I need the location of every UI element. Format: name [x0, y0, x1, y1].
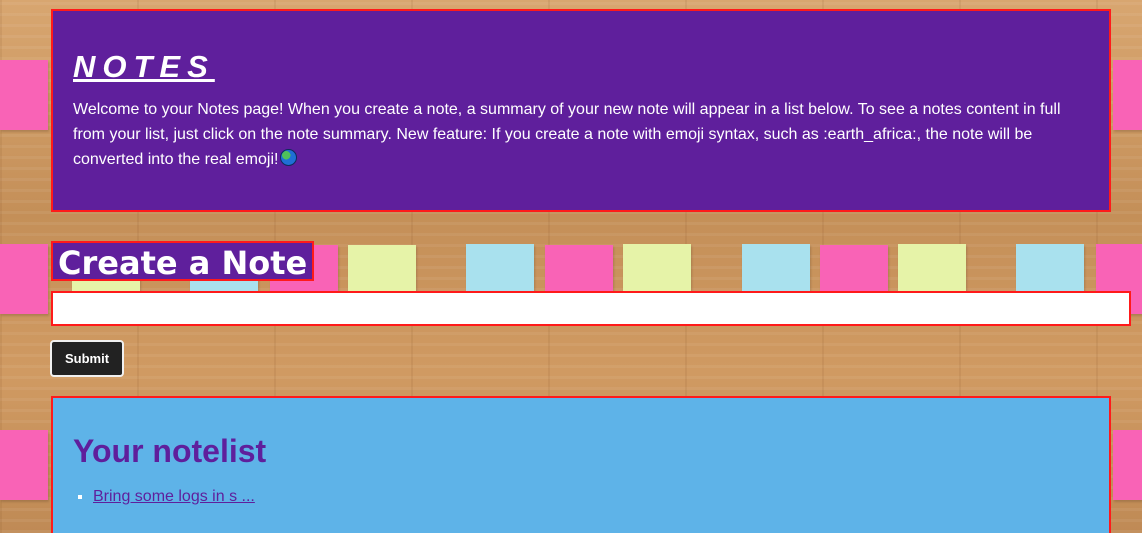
- header-panel: NOTES Welcome to your Notes page! When y…: [51, 9, 1111, 212]
- intro-paragraph: Welcome to your Notes page! When you cre…: [73, 97, 1089, 172]
- list-item: Bring some logs in s ...: [93, 487, 1089, 507]
- earth-africa-icon: [280, 149, 298, 166]
- page-title: NOTES: [73, 49, 215, 84]
- intro-text: Welcome to your Notes page! When you cre…: [73, 101, 1061, 168]
- sticky-note-decoration: [0, 430, 48, 500]
- notelist-panel: Your notelist Bring some logs in s ...: [51, 396, 1111, 533]
- sticky-note-decoration: [1113, 430, 1142, 500]
- sticky-note-decoration: [1113, 60, 1142, 130]
- note-input[interactable]: [51, 291, 1131, 326]
- sticky-note-decoration: [0, 60, 48, 130]
- notelist-heading: Your notelist: [73, 433, 267, 469]
- notelist: Bring some logs in s ...: [73, 487, 1089, 507]
- sticky-note-decoration: [0, 244, 48, 314]
- submit-button[interactable]: Submit: [50, 340, 124, 377]
- create-note-heading: Create a Note: [51, 241, 315, 282]
- note-summary-link[interactable]: Bring some logs in s ...: [93, 488, 255, 505]
